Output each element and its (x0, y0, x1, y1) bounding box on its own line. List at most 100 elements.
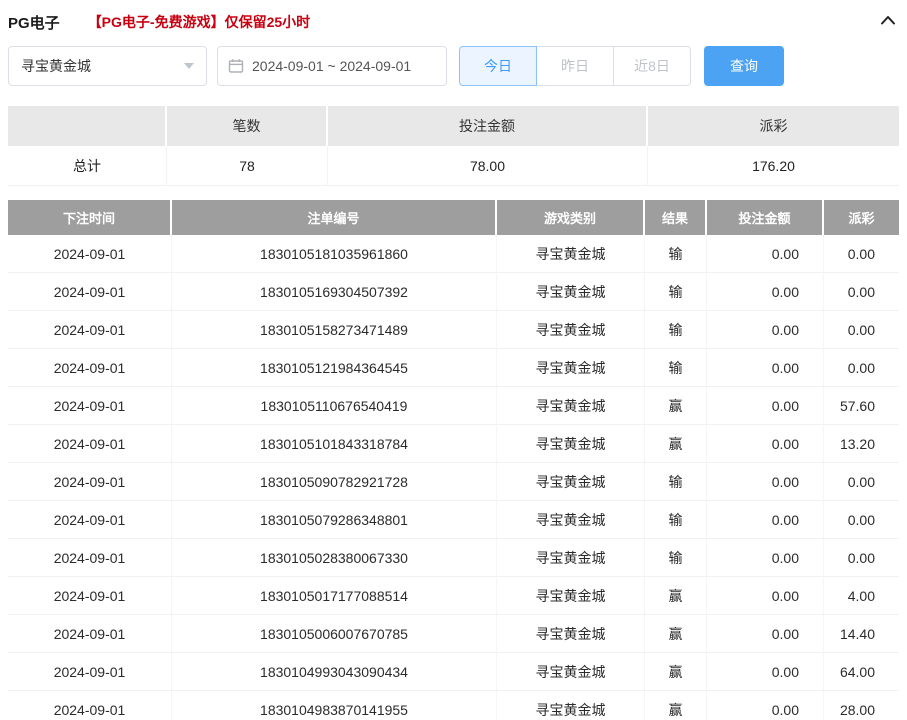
summary-total-payout: 176.20 (648, 146, 899, 186)
game-select-value: 寻宝黄金城 (21, 56, 91, 76)
result-cell: 赢 (645, 425, 707, 463)
provider-title: PG电子 (8, 12, 60, 33)
summary-table: 笔数 投注金额 派彩 总计 78 78.00 176.20 (8, 106, 899, 186)
summary-total-row: 总计 78 78.00 176.20 (8, 146, 899, 186)
bet-amount-cell: 0.00 (707, 539, 824, 577)
bet-amount-cell: 0.00 (707, 615, 824, 653)
bet-time-cell: 2024-09-01 (8, 539, 172, 577)
result-cell: 输 (645, 539, 707, 577)
bet-amount-cell: 0.00 (707, 577, 824, 615)
table-row: 2024-09-011830104993043090434寻宝黄金城赢0.006… (8, 653, 899, 691)
bet-time-cell: 2024-09-01 (8, 691, 172, 720)
chevron-down-icon (184, 63, 194, 69)
summary-total-count: 78 (167, 146, 328, 186)
result-cell: 赢 (645, 387, 707, 425)
bet-amount-cell: 0.00 (707, 425, 824, 463)
bet-amount-cell: 0.00 (707, 349, 824, 387)
game-type-cell: 寻宝黄金城 (497, 577, 645, 615)
summary-total-bet-amount: 78.00 (328, 146, 648, 186)
result-cell: 赢 (645, 691, 707, 720)
order-id-cell: 1830105101843318784 (172, 425, 497, 463)
bet-time-cell: 2024-09-01 (8, 311, 172, 349)
yesterday-button[interactable]: 昨日 (536, 46, 614, 86)
bet-amount-cell: 0.00 (707, 235, 824, 273)
bet-time-cell: 2024-09-01 (8, 349, 172, 387)
table-row: 2024-09-011830105101843318784寻宝黄金城赢0.001… (8, 425, 899, 463)
payout-cell: 0.00 (824, 273, 899, 311)
bet-time-cell: 2024-09-01 (8, 387, 172, 425)
summary-header-payout: 派彩 (648, 106, 899, 146)
result-cell: 输 (645, 273, 707, 311)
panel-header: PG电子 【PG电子-免费游戏】仅保留25小时 (8, 0, 899, 32)
order-id-cell: 1830105017177088514 (172, 577, 497, 615)
game-type-cell: 寻宝黄金城 (497, 425, 645, 463)
result-cell: 赢 (645, 577, 707, 615)
payout-cell: 57.60 (824, 387, 899, 425)
game-type-cell: 寻宝黄金城 (497, 653, 645, 691)
result-cell: 输 (645, 349, 707, 387)
payout-cell: 13.20 (824, 425, 899, 463)
game-type-cell: 寻宝黄金城 (497, 311, 645, 349)
payout-cell: 0.00 (824, 311, 899, 349)
bet-amount-cell: 0.00 (707, 501, 824, 539)
payout-cell: 0.00 (824, 539, 899, 577)
bet-time-cell: 2024-09-01 (8, 273, 172, 311)
bet-table-body: 2024-09-011830105181035961860寻宝黄金城输0.000… (8, 235, 899, 720)
table-row: 2024-09-011830105181035961860寻宝黄金城输0.000… (8, 235, 899, 273)
order-id-cell: 1830105090782921728 (172, 463, 497, 501)
search-button[interactable]: 查询 (704, 46, 784, 86)
bet-time-cell: 2024-09-01 (8, 653, 172, 691)
last-8-days-button[interactable]: 近8日 (613, 46, 691, 86)
game-select[interactable]: 寻宝黄金城 (8, 46, 207, 86)
summary-total-label: 总计 (8, 146, 167, 186)
table-row: 2024-09-011830105110676540419寻宝黄金城赢0.005… (8, 387, 899, 425)
collapse-button[interactable] (877, 11, 899, 34)
bet-table-header-row: 下注时间 注单编号 游戏类别 结果 投注金额 派彩 (8, 200, 899, 235)
game-type-cell: 寻宝黄金城 (497, 539, 645, 577)
game-type-cell: 寻宝黄金城 (497, 463, 645, 501)
date-range-value: 2024-09-01 ~ 2024-09-01 (252, 58, 411, 74)
bet-time-cell: 2024-09-01 (8, 463, 172, 501)
game-type-cell: 寻宝黄金城 (497, 501, 645, 539)
table-row: 2024-09-011830105121984364545寻宝黄金城输0.000… (8, 349, 899, 387)
summary-header-row: 笔数 投注金额 派彩 (8, 106, 899, 146)
column-bet-time: 下注时间 (8, 200, 172, 235)
date-range-input[interactable]: 2024-09-01 ~ 2024-09-01 (217, 46, 447, 86)
quick-date-button-group: 今日 昨日 近8日 (459, 46, 691, 86)
order-id-cell: 1830104993043090434 (172, 653, 497, 691)
table-row: 2024-09-011830105079286348801寻宝黄金城输0.000… (8, 501, 899, 539)
payout-cell: 14.40 (824, 615, 899, 653)
game-type-cell: 寻宝黄金城 (497, 387, 645, 425)
order-id-cell: 1830104983870141955 (172, 691, 497, 720)
table-row: 2024-09-011830104983870141955寻宝黄金城赢0.002… (8, 691, 899, 720)
column-payout: 派彩 (824, 200, 899, 235)
payout-cell: 64.00 (824, 653, 899, 691)
game-type-cell: 寻宝黄金城 (497, 235, 645, 273)
table-row: 2024-09-011830105090782921728寻宝黄金城输0.000… (8, 463, 899, 501)
order-id-cell: 1830105110676540419 (172, 387, 497, 425)
bet-time-cell: 2024-09-01 (8, 615, 172, 653)
result-cell: 赢 (645, 615, 707, 653)
order-id-cell: 1830105006007670785 (172, 615, 497, 653)
bet-amount-cell: 0.00 (707, 691, 824, 720)
order-id-cell: 1830105158273471489 (172, 311, 497, 349)
result-cell: 输 (645, 235, 707, 273)
order-id-cell: 1830105169304507392 (172, 273, 497, 311)
bet-amount-cell: 0.00 (707, 273, 824, 311)
order-id-cell: 1830105028380067330 (172, 539, 497, 577)
bet-time-cell: 2024-09-01 (8, 425, 172, 463)
calendar-icon (228, 58, 244, 74)
column-result: 结果 (645, 200, 707, 235)
game-type-cell: 寻宝黄金城 (497, 691, 645, 720)
table-row: 2024-09-011830105158273471489寻宝黄金城输0.000… (8, 311, 899, 349)
result-cell: 赢 (645, 653, 707, 691)
summary-header-bet-amount: 投注金额 (328, 106, 648, 146)
summary-header-count: 笔数 (167, 106, 328, 146)
promo-notice: 【PG电子-免费游戏】仅保留25小时 (88, 12, 310, 32)
bet-amount-cell: 0.00 (707, 653, 824, 691)
order-id-cell: 1830105079286348801 (172, 501, 497, 539)
payout-cell: 0.00 (824, 463, 899, 501)
bet-amount-cell: 0.00 (707, 311, 824, 349)
today-button[interactable]: 今日 (459, 46, 537, 86)
bet-records-table: 下注时间 注单编号 游戏类别 结果 投注金额 派彩 2024-09-011830… (8, 200, 899, 720)
